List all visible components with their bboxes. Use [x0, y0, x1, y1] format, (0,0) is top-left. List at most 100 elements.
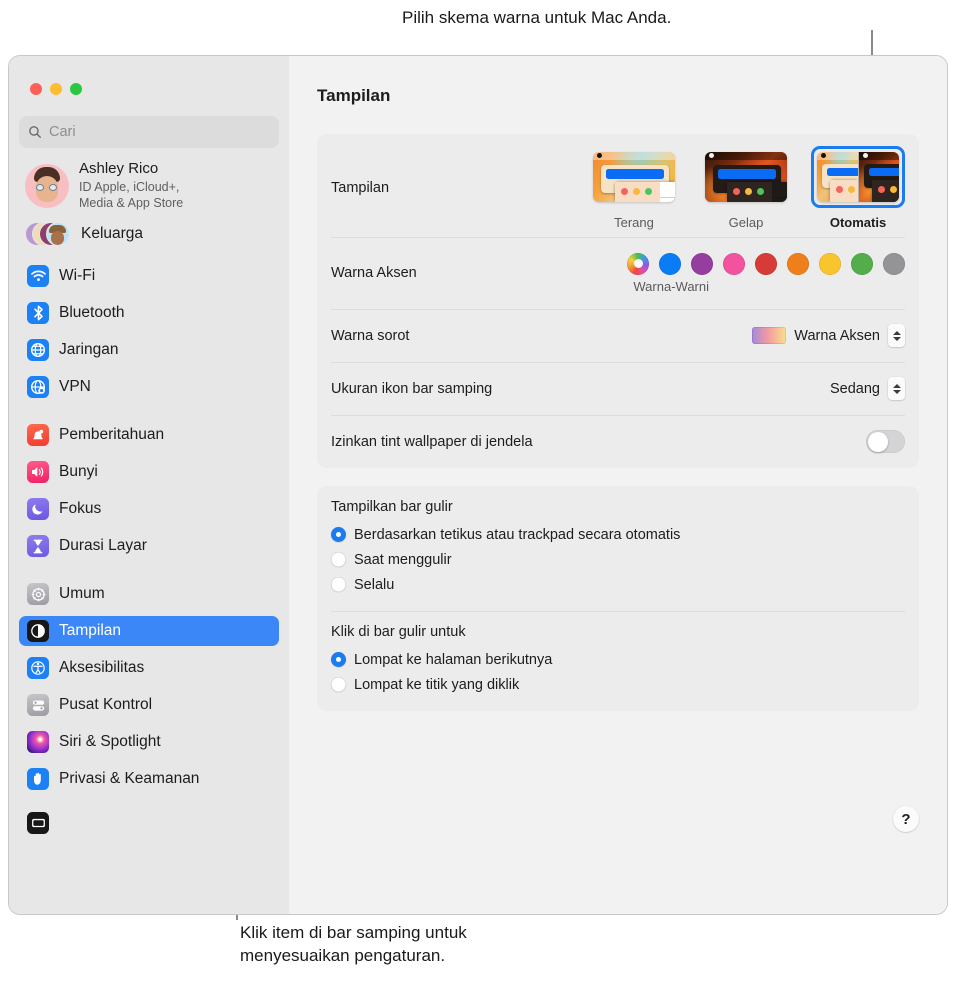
- sidebar-item-sound[interactable]: Bunyi: [19, 457, 279, 487]
- sidebar-item-screen-time[interactable]: Durasi Layar: [19, 531, 279, 561]
- screenshot-root: Pilih skema warna untuk Mac Anda. Klik i…: [0, 0, 955, 992]
- general-gear-icon: [27, 583, 49, 606]
- appearance-option-auto[interactable]: Otomatis: [811, 145, 905, 230]
- sidebar-item-privacy-security[interactable]: Privasi & Keamanan: [19, 764, 279, 794]
- accent-swatch-blue[interactable]: [659, 252, 681, 275]
- window-controls: [19, 56, 279, 95]
- sidebar-item-label-wifi: Wi-Fi: [59, 267, 96, 285]
- sidebar: Cari Ashley Rico ID Apple, iCloud+, Medi…: [9, 56, 289, 914]
- account-subtitle-1: ID Apple, iCloud+,: [79, 179, 180, 194]
- network-globe-icon: [27, 339, 49, 362]
- accent-swatch-red[interactable]: [755, 252, 777, 275]
- account-row[interactable]: Ashley Rico ID Apple, iCloud+, Media & A…: [19, 148, 279, 213]
- highlight-color-control[interactable]: Warna Aksen: [752, 324, 905, 347]
- sidebar-item-label-focus: Fokus: [59, 500, 102, 518]
- accent-swatch-yellow[interactable]: [819, 252, 841, 275]
- zoom-button[interactable]: [70, 83, 82, 95]
- radio-label: Selalu: [354, 576, 395, 593]
- sidebar-icon-size-label: Ukuran ikon bar samping: [331, 380, 493, 397]
- sidebar-item-control-center[interactable]: Pusat Kontrol: [19, 690, 279, 720]
- accent-color-label: Warna Aksen: [331, 265, 417, 281]
- account-name: Ashley Rico: [79, 160, 159, 177]
- highlight-color-row: Warna sorot Warna Aksen: [331, 309, 905, 362]
- radio-button[interactable]: [331, 527, 346, 542]
- sidebar-item-siri-spotlight[interactable]: Siri & Spotlight: [19, 727, 279, 757]
- appearance-option-dark[interactable]: Gelap: [699, 146, 793, 230]
- chevron-down-icon: [892, 389, 901, 394]
- appearance-thumb-light: [593, 151, 675, 202]
- sidebar-item-bluetooth[interactable]: Bluetooth: [19, 298, 279, 328]
- appearance-thumb-frame-light[interactable]: [587, 146, 681, 208]
- sidebar-icon-size-row: Ukuran ikon bar samping Sedang: [331, 362, 905, 415]
- wifi-icon: [27, 265, 49, 288]
- radio-label: Lompat ke halaman berikutnya: [354, 651, 553, 668]
- search-placeholder: Cari: [49, 124, 76, 140]
- radio-button[interactable]: [331, 577, 346, 592]
- click-scroll-bar-option-next-page[interactable]: Lompat ke halaman berikutnya: [331, 647, 905, 672]
- radio-button[interactable]: [331, 652, 346, 667]
- show-scroll-bars-title: Tampilkan bar gulir: [331, 499, 453, 515]
- sidebar-item-focus[interactable]: Fokus: [19, 494, 279, 524]
- sidebar-icon-size-control[interactable]: Sedang: [830, 377, 905, 400]
- click-scroll-bar-option-spot-clicked[interactable]: Lompat ke titik yang diklik: [331, 672, 905, 697]
- accent-swatch-green[interactable]: [851, 252, 873, 275]
- focus-moon-icon: [27, 498, 49, 521]
- highlight-gradient-swatch: [752, 327, 787, 344]
- sidebar-item-family[interactable]: Keluarga: [19, 213, 279, 255]
- callout-bottom-text: Klik item di bar samping untuk menyesuaik…: [240, 923, 467, 965]
- family-avatars-icon: [25, 220, 71, 248]
- sidebar-item-label-bluetooth: Bluetooth: [59, 304, 125, 322]
- accent-swatch-orange[interactable]: [787, 252, 809, 275]
- avatar: [25, 163, 69, 208]
- wallpaper-tint-label: Izinkan tint wallpaper di jendela: [331, 433, 533, 450]
- search-icon: [29, 126, 41, 138]
- sidebar-item-label-sound: Bunyi: [59, 463, 98, 481]
- wallpaper-tint-row: Izinkan tint wallpaper di jendela: [331, 415, 905, 468]
- accent-swatch-purple[interactable]: [691, 252, 713, 275]
- accent-swatch-graphite[interactable]: [883, 252, 905, 275]
- search-input[interactable]: Cari: [19, 116, 279, 148]
- appearance-thumb-dark: [705, 151, 787, 202]
- radio-button[interactable]: [331, 552, 346, 567]
- appearance-icon: [27, 620, 49, 643]
- sidebar-item-partial-next[interactable]: [19, 808, 279, 838]
- screen-time-hourglass-icon: [27, 535, 49, 558]
- close-button[interactable]: [30, 83, 42, 95]
- show-scroll-bars-option-when-scrolling[interactable]: Saat menggulir: [331, 547, 905, 572]
- help-button[interactable]: ?: [893, 806, 919, 832]
- desktop-dock-icon: [27, 812, 49, 835]
- appearance-option-light[interactable]: Terang: [587, 146, 681, 230]
- sidebar-item-network[interactable]: Jaringan: [19, 335, 279, 365]
- sidebar-icon-size-value: Sedang: [830, 380, 880, 397]
- show-scroll-bars-option-auto[interactable]: Berdasarkan tetikus atau trackpad secara…: [331, 522, 905, 547]
- scroll-bar-settings-card: Tampilkan bar gulir Berdasarkan tetikus …: [317, 486, 919, 711]
- highlight-color-stepper[interactable]: [888, 324, 905, 347]
- content-pane: Tampilan Tampilan Terang Gelap Otomatis …: [289, 56, 947, 914]
- minimize-button[interactable]: [50, 83, 62, 95]
- vpn-globe-icon: [27, 376, 49, 399]
- sound-speaker-icon: [27, 461, 49, 484]
- sidebar-item-accessibility[interactable]: Aksesibilitas: [19, 653, 279, 683]
- account-subtitle-2: Media & App Store: [79, 196, 184, 210]
- sidebar-item-appearance[interactable]: Tampilan: [19, 616, 279, 647]
- notifications-bell-icon: [27, 424, 49, 447]
- sidebar-item-vpn[interactable]: VPN: [19, 372, 279, 402]
- radio-label: Berdasarkan tetikus atau trackpad secara…: [354, 526, 681, 543]
- accent-color-caption: Warna-Warni: [633, 278, 709, 294]
- sidebar-item-general[interactable]: Umum: [19, 579, 279, 609]
- appearance-thumb-auto: [817, 151, 899, 202]
- appearance-thumb-frame-auto[interactable]: [811, 145, 905, 208]
- appearance-row: Tampilan Terang Gelap Otomatis: [331, 134, 905, 237]
- accent-swatch-multicolor[interactable]: [627, 252, 649, 275]
- show-scroll-bars-option-always[interactable]: Selalu: [331, 572, 905, 597]
- sidebar-icon-size-stepper[interactable]: [888, 377, 905, 400]
- sidebar-item-notifications[interactable]: Pemberitahuan: [19, 420, 279, 450]
- sidebar-item-wifi[interactable]: Wi-Fi: [19, 261, 279, 291]
- sidebar-group-system: Umum Tampilan Aksesibilitas Pusat Kontro…: [19, 579, 279, 838]
- accent-swatch-pink[interactable]: [723, 252, 745, 275]
- privacy-hand-icon: [27, 768, 49, 791]
- wallpaper-tint-toggle[interactable]: [866, 430, 905, 453]
- radio-button[interactable]: [331, 677, 346, 692]
- sidebar-item-label-appearance: Tampilan: [59, 622, 122, 640]
- appearance-thumb-frame-dark[interactable]: [699, 146, 793, 208]
